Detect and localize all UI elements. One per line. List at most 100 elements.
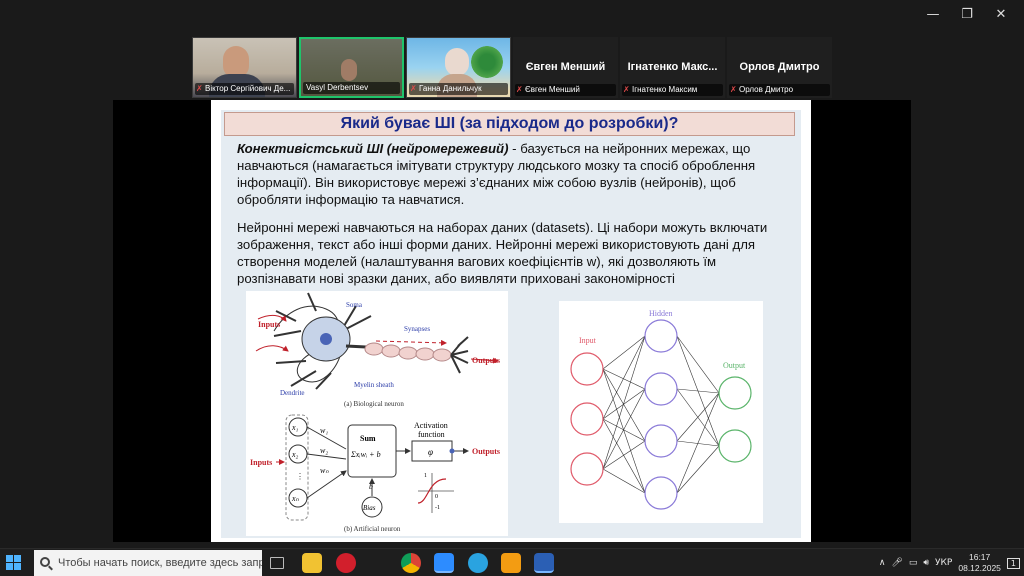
participant-name: Vasyl Derbentsev bbox=[303, 82, 400, 94]
neuron-diagram: Inputs Soma Synapses Outputs Dendrite My… bbox=[250, 292, 500, 533]
participant-display-name: Ігнатенко Макс... bbox=[627, 61, 718, 73]
network-edges bbox=[602, 335, 720, 494]
clock[interactable]: 16:17 08.12.2025 bbox=[958, 552, 1001, 574]
participant-tile-vasyl[interactable]: Vasyl Derbentsev bbox=[299, 37, 404, 98]
label-w1: w₁ bbox=[320, 426, 328, 435]
chevron-up-icon[interactable]: ∧ bbox=[879, 558, 886, 568]
slide-paragraph-1: Конективістський ШІ (нейромережевий) - б… bbox=[237, 140, 785, 208]
participant-name: Орлов Дмитро bbox=[729, 84, 830, 96]
network-edge bbox=[676, 392, 720, 494]
file-explorer-icon[interactable] bbox=[302, 553, 322, 573]
zoom-meeting-window: — ❐ ✕ ✗ Віктор Сергійович Де... Vasyl De… bbox=[0, 0, 1024, 576]
participants-strip: ✗ Віктор Сергійович Де... Vasyl Derbents… bbox=[192, 37, 832, 98]
search-placeholder: Чтобы начать поиск, введите здесь запрос bbox=[58, 557, 262, 569]
output-node bbox=[718, 376, 752, 410]
label-xn: xₙ bbox=[291, 494, 300, 503]
participant-display-name: Євген Менший bbox=[525, 61, 606, 73]
participant-tile-orlov[interactable]: Орлов Дмитро ✗ Орлов Дмитро bbox=[727, 37, 832, 98]
participant-tile-ihnatenko[interactable]: Ігнатенко Макс... ✗ Ігнатенко Максим bbox=[620, 37, 725, 98]
participant-name: Євген Менший bbox=[515, 84, 616, 96]
microphone-icon[interactable]: 🎤︎ bbox=[891, 558, 902, 568]
hidden-node bbox=[644, 476, 678, 510]
label-sum: Sum bbox=[360, 434, 376, 443]
label-x2: x₂ bbox=[291, 450, 299, 459]
label-input-layer: Input bbox=[579, 336, 597, 345]
restore-button[interactable]: ❐ bbox=[950, 4, 984, 24]
network-edge bbox=[676, 335, 720, 394]
network-icon[interactable]: ▭ bbox=[909, 558, 918, 568]
network-edge bbox=[602, 468, 646, 494]
network-edge bbox=[676, 388, 720, 447]
network-edge bbox=[602, 440, 646, 470]
tick-minus-one: -1 bbox=[435, 505, 440, 511]
hidden-node bbox=[644, 319, 678, 353]
participant-tile-viktor[interactable]: ✗ Віктор Сергійович Де... bbox=[192, 37, 297, 98]
network-nodes bbox=[570, 319, 752, 510]
close-button[interactable]: ✕ bbox=[984, 4, 1018, 24]
opera-icon[interactable] bbox=[336, 553, 356, 573]
sticky-app-icon[interactable] bbox=[501, 553, 521, 573]
label-dendrite: Dendrite bbox=[280, 389, 305, 397]
label-soma: Soma bbox=[346, 301, 363, 309]
language-indicator[interactable]: УКР bbox=[935, 558, 952, 568]
hidden-node bbox=[644, 424, 678, 458]
mic-muted-icon: ✗ bbox=[623, 85, 630, 94]
network-edge bbox=[602, 368, 646, 390]
window-controls: — ❐ ✕ bbox=[916, 4, 1018, 24]
notification-icon[interactable]: 1 bbox=[1006, 557, 1020, 569]
svg-text:⋮: ⋮ bbox=[296, 472, 304, 481]
word-icon[interactable] bbox=[534, 553, 554, 573]
taskbar-search-box[interactable]: Чтобы начать поиск, введите здесь запрос bbox=[34, 550, 262, 576]
network-edge bbox=[676, 388, 720, 394]
search-icon bbox=[40, 557, 50, 567]
network-edge bbox=[602, 388, 646, 470]
label-output-layer: Output bbox=[723, 361, 746, 370]
input-node bbox=[570, 352, 604, 386]
paragraph-lead: Конективістський ШІ (нейромережевий) bbox=[237, 141, 509, 156]
label-synapses: Synapses bbox=[404, 325, 430, 333]
zoom-icon[interactable] bbox=[434, 553, 454, 573]
label-w2: w₂ bbox=[320, 446, 328, 455]
label-phi: φ bbox=[428, 447, 433, 457]
slide-title: Який буває ШІ (за підходом до розробки)? bbox=[224, 112, 795, 136]
chrome-icon[interactable] bbox=[401, 553, 421, 573]
network-edge bbox=[676, 392, 720, 442]
input-node bbox=[570, 452, 604, 486]
system-tray: ∧ 🎤︎ ▭ 🔊︎ УКР 16:17 08.12.2025 1 bbox=[879, 549, 1020, 576]
windows-start-button[interactable] bbox=[6, 555, 22, 571]
label-inputs: Inputs bbox=[258, 320, 280, 329]
label-wn: wₙ bbox=[320, 466, 329, 475]
minimize-button[interactable]: — bbox=[916, 4, 950, 24]
presentation-slide: Який буває ШІ (за підходом до розробки)?… bbox=[211, 100, 811, 542]
clock-time: 16:17 bbox=[968, 552, 991, 562]
mic-muted-icon: ✗ bbox=[516, 85, 523, 94]
output-node bbox=[718, 429, 752, 463]
participant-name: Ганна Данильчук bbox=[409, 83, 508, 95]
label-hidden-layer: Hidden bbox=[649, 309, 673, 318]
participant-name: Віктор Сергійович Де... bbox=[195, 83, 294, 95]
network-diagram: Input Hidden Output bbox=[570, 309, 752, 510]
volume-icon[interactable]: 🔊︎ bbox=[923, 558, 929, 568]
label-outputs: Outputs bbox=[472, 356, 500, 365]
participant-display-name: Орлов Дмитро bbox=[739, 61, 820, 73]
network-edge bbox=[602, 388, 646, 420]
caption-artificial: (b) Artificial neuron bbox=[344, 525, 401, 533]
mic-muted-icon: ✗ bbox=[196, 84, 203, 93]
caption-biological: (a) Biological neuron bbox=[344, 400, 404, 408]
label-x1: x₁ bbox=[291, 423, 299, 432]
network-edge bbox=[602, 368, 646, 494]
tick-zero: 0 bbox=[435, 494, 438, 500]
input-node bbox=[570, 402, 604, 436]
task-view-icon[interactable] bbox=[270, 557, 284, 569]
video-face bbox=[341, 59, 357, 81]
telegram-icon[interactable] bbox=[468, 553, 488, 573]
network-figure: Input Hidden Output bbox=[559, 301, 763, 523]
background-palm bbox=[470, 42, 504, 82]
neuron-figure: Inputs Soma Synapses Outputs Dendrite My… bbox=[246, 291, 508, 536]
mic-muted-icon: ✗ bbox=[410, 84, 417, 93]
video-face bbox=[445, 48, 469, 76]
participant-tile-yevhen[interactable]: Євген Менший ✗ Євген Менший bbox=[513, 37, 618, 98]
mic-muted-icon: ✗ bbox=[730, 85, 737, 94]
windows-taskbar: Чтобы начать поиск, введите здесь запрос… bbox=[0, 548, 1024, 576]
participant-tile-hanna[interactable]: ✗ Ганна Данильчук bbox=[406, 37, 511, 98]
